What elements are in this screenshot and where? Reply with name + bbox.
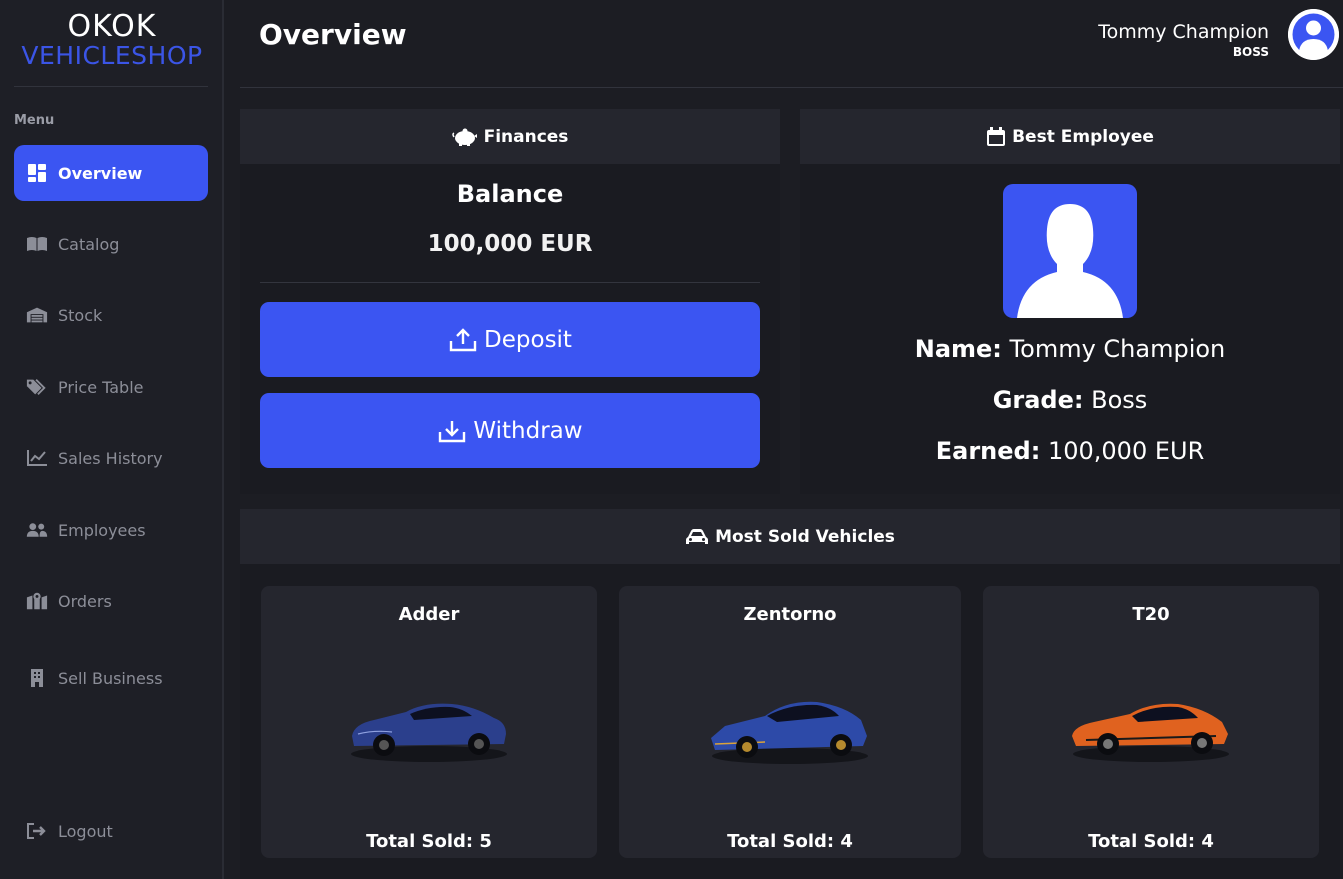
chart-line-icon xyxy=(26,449,48,467)
employee-earned-value: 100,000 EUR xyxy=(1047,437,1205,465)
logout-button[interactable]: Logout xyxy=(14,803,208,859)
sidebar-item-price-table[interactable]: Price Table xyxy=(14,359,208,415)
vehicle-total-sold: Total Sold: 4 xyxy=(1088,831,1214,852)
sidebar-item-label: Sell Business xyxy=(58,668,163,688)
logout-label: Logout xyxy=(58,821,113,841)
vehicle-name: T20 xyxy=(1132,604,1170,625)
download-icon xyxy=(437,418,467,444)
balance-value: 100,000 EUR xyxy=(427,231,593,257)
user-avatar-icon xyxy=(1288,9,1339,60)
deposit-label: Deposit xyxy=(484,326,572,353)
sidebar-item-label: Orders xyxy=(58,591,112,611)
logout-icon xyxy=(26,822,48,840)
vehicle-image xyxy=(344,686,514,770)
brand-logo-bottom: VEHICLESHOP xyxy=(21,41,203,70)
sidebar-item-label: Price Table xyxy=(58,377,144,397)
brand-logo-top: OKOK xyxy=(67,9,157,44)
sidebar-item-employees[interactable]: Employees xyxy=(14,502,208,558)
upload-icon xyxy=(448,327,478,353)
dashboard-icon xyxy=(26,164,48,182)
page-title: Overview xyxy=(259,18,407,51)
employee-earned-row: Earned: 100,000 EUR xyxy=(800,437,1340,465)
sidebar-item-label: Catalog xyxy=(58,234,120,254)
sidebar-item-label: Stock xyxy=(58,305,103,325)
most-sold-header: Most Sold Vehicles xyxy=(240,509,1340,564)
most-sold-heading: Most Sold Vehicles xyxy=(715,526,895,547)
sidebar-item-label: Overview xyxy=(58,163,143,183)
avatar[interactable] xyxy=(1288,9,1339,60)
sports-car-image xyxy=(711,701,868,764)
divider xyxy=(240,87,1343,88)
vehicle-total-sold: Total Sold: 4 xyxy=(727,831,853,852)
users-icon xyxy=(26,521,48,539)
divider xyxy=(14,86,208,87)
sports-car-image xyxy=(1072,703,1229,762)
best-employee-heading: Best Employee xyxy=(1012,126,1154,147)
employee-earned-label: Earned: xyxy=(935,437,1041,465)
sidebar-item-overview[interactable]: Overview xyxy=(14,145,208,201)
sports-car-image xyxy=(351,703,507,762)
vehicle-total-sold: Total Sold: 5 xyxy=(366,831,492,852)
employee-name-row: Name: Tommy Champion xyxy=(800,335,1340,363)
employee-grade-row: Grade: Boss xyxy=(800,386,1340,414)
finances-header: Finances xyxy=(240,109,780,164)
sidebar-item-label: Sales History xyxy=(58,448,163,468)
vehicle-card[interactable]: Zentorno Total Sold: 4 xyxy=(619,586,961,858)
employee-avatar xyxy=(1003,184,1137,318)
piggy-bank-icon xyxy=(451,127,478,147)
menu-heading: Menu xyxy=(14,113,55,128)
vehicle-image xyxy=(705,686,875,770)
vehicle-name: Adder xyxy=(398,604,460,625)
user-info: Tommy Champion BOSS xyxy=(1098,20,1269,60)
brand-logo: OKOK VEHICLESHOP xyxy=(0,12,224,69)
vehicle-name: Zentorno xyxy=(743,604,837,625)
finances-heading: Finances xyxy=(483,126,569,147)
sidebar-item-stock[interactable]: Stock xyxy=(14,287,208,343)
best-employee-header: Best Employee xyxy=(800,109,1340,164)
sidebar-item-sales-history[interactable]: Sales History xyxy=(14,430,208,486)
employee-name-value: Tommy Champion xyxy=(1009,335,1226,363)
user-silhouette-icon xyxy=(1017,204,1123,318)
deposit-button[interactable]: Deposit xyxy=(260,302,760,377)
employee-grade-label: Grade: xyxy=(992,386,1084,414)
withdraw-label: Withdraw xyxy=(473,417,583,444)
balance-label: Balance xyxy=(456,180,564,208)
employee-grade-value: Boss xyxy=(1091,386,1148,414)
calendar-icon xyxy=(986,126,1006,147)
map-icon xyxy=(26,592,48,610)
book-icon xyxy=(26,235,48,253)
vehicle-card[interactable]: T20 Total Sold: 4 xyxy=(983,586,1319,858)
car-icon xyxy=(685,528,709,546)
sidebar: OKOK VEHICLESHOP Menu Overview Catalog S… xyxy=(0,0,224,879)
sidebar-item-sell-business[interactable]: Sell Business xyxy=(14,650,208,706)
sidebar-item-label: Employees xyxy=(58,520,146,540)
building-icon xyxy=(26,669,48,687)
warehouse-icon xyxy=(26,306,48,324)
sidebar-item-catalog[interactable]: Catalog xyxy=(14,216,208,272)
divider xyxy=(260,282,760,283)
employee-name-label: Name: xyxy=(914,335,1002,363)
user-name: Tommy Champion xyxy=(1098,21,1269,43)
vehicle-card[interactable]: Adder Total Sold: 5 xyxy=(261,586,597,858)
sidebar-item-orders[interactable]: Orders xyxy=(14,573,208,629)
user-role: BOSS xyxy=(1232,45,1269,59)
withdraw-button[interactable]: Withdraw xyxy=(260,393,760,468)
tags-icon xyxy=(26,378,48,396)
vehicle-image xyxy=(1066,686,1236,770)
